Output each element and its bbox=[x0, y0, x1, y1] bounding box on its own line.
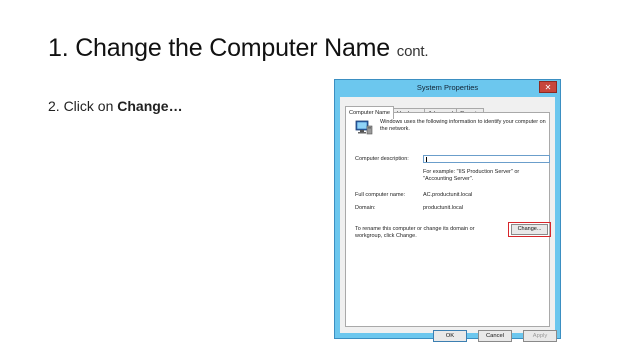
text-caret bbox=[426, 157, 427, 162]
ok-button[interactable]: OK bbox=[433, 330, 467, 342]
computer-description-input[interactable] bbox=[423, 155, 550, 163]
step-text: 2. Click on bbox=[48, 98, 118, 114]
domain-value: productunit.local bbox=[423, 205, 464, 211]
domain-label: Domain: bbox=[355, 205, 376, 211]
computer-network-icon bbox=[355, 120, 373, 135]
window-title: System Properties bbox=[416, 83, 479, 92]
step-bold-text: Change… bbox=[117, 98, 183, 114]
window-titlebar[interactable]: System Properties ✕ bbox=[335, 80, 560, 97]
description-label: Computer description: bbox=[355, 156, 409, 162]
window-client-area: Computer NameHardwareAdvancedRemote Wind… bbox=[340, 97, 557, 342]
step-instruction: 2. Click on Change… bbox=[48, 98, 183, 114]
rename-instruction: To rename this computer or change its do… bbox=[355, 226, 475, 239]
cancel-button[interactable]: Cancel bbox=[478, 330, 512, 342]
example-text: For example: "IIS Production Server" or … bbox=[423, 169, 520, 182]
slide-title: 1. Change the Computer Name cont. bbox=[48, 34, 428, 63]
full-name-value: AC.productunit.local bbox=[423, 192, 473, 198]
intro-text: Windows uses the following information t… bbox=[380, 119, 546, 132]
tab-computer-name[interactable]: Computer Name bbox=[345, 106, 395, 119]
slide-title-suffix: cont. bbox=[396, 43, 429, 60]
close-icon: ✕ bbox=[544, 83, 552, 92]
highlight-box bbox=[508, 222, 551, 237]
apply-button[interactable]: Apply bbox=[523, 330, 557, 342]
system-properties-window: System Properties ✕ Computer NameHardwar… bbox=[334, 79, 561, 342]
full-name-label: Full computer name: bbox=[355, 192, 406, 198]
computer-name-panel: Windows uses the following information t… bbox=[345, 112, 551, 327]
close-button[interactable]: ✕ bbox=[539, 81, 557, 93]
slide-title-main: 1. Change the Computer Name bbox=[48, 34, 391, 62]
